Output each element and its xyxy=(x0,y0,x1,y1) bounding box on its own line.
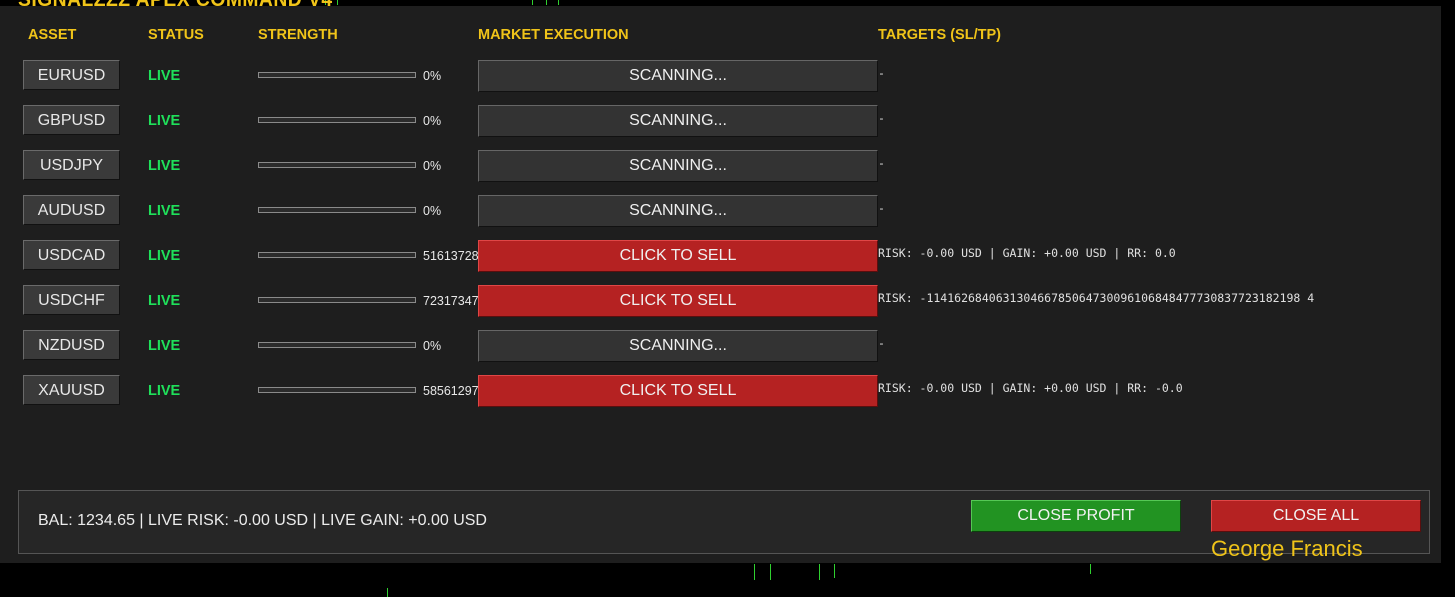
header-asset: ASSET xyxy=(28,27,77,43)
table-row: XAUUSD LIVE 58561297 CLICK TO SELL RISK: -0.… xyxy=(0,375,1441,409)
strength-value: 0% xyxy=(423,159,442,173)
target-readout: RISK: -0.00 USD | GAIN: +0.00 USD | RR: … xyxy=(878,381,1183,395)
status-badge: LIVE xyxy=(148,113,181,129)
chart-tick xyxy=(558,0,559,5)
chart-tick xyxy=(546,0,547,5)
header-execution: MARKET EXECUTION xyxy=(478,27,629,43)
chart-tick xyxy=(834,564,835,578)
table-row: AUDUSD LIVE 0% SCANNING... - xyxy=(0,195,1441,229)
status-badge: LIVE xyxy=(148,203,181,219)
strength-bar xyxy=(258,252,416,258)
chart-tick xyxy=(819,564,820,580)
command-panel: ASSET STATUS STRENGTH MARKET EXECUTION T… xyxy=(0,6,1441,563)
execution-button[interactable]: CLICK TO SELL xyxy=(478,240,878,272)
status-badge: LIVE xyxy=(148,293,181,309)
execution-button[interactable]: SCANNING... xyxy=(478,150,878,182)
asset-button[interactable]: XAUUSD xyxy=(23,375,120,405)
chart-tick xyxy=(532,0,533,5)
table-row: NZDUSD LIVE 0% SCANNING... - xyxy=(0,330,1441,364)
asset-button[interactable]: GBPUSD xyxy=(23,105,120,135)
table-row: GBPUSD LIVE 0% SCANNING... - xyxy=(0,105,1441,139)
status-badge: LIVE xyxy=(148,383,181,399)
target-readout: - xyxy=(878,156,885,170)
asset-button[interactable]: EURUSD xyxy=(23,60,120,90)
target-readout: - xyxy=(878,201,885,215)
target-readout: - xyxy=(878,336,885,350)
strength-bar xyxy=(258,117,416,123)
asset-button[interactable]: USDCHF xyxy=(23,285,120,315)
execution-button[interactable]: SCANNING... xyxy=(478,60,878,92)
execution-button[interactable]: CLICK TO SELL xyxy=(478,375,878,407)
target-readout: - xyxy=(878,66,885,80)
asset-button[interactable]: AUDUSD xyxy=(23,195,120,225)
strength-bar xyxy=(258,207,416,213)
strength-bar xyxy=(258,387,416,393)
table-row: USDJPY LIVE 0% SCANNING... - xyxy=(0,150,1441,184)
table-row: EURUSD LIVE 0% SCANNING... - xyxy=(0,60,1441,94)
chart-tick xyxy=(1090,564,1091,574)
status-badge: LIVE xyxy=(148,68,181,84)
balance-readout: BAL: 1234.65 | LIVE RISK: -0.00 USD | LI… xyxy=(38,512,487,529)
header-targets: TARGETS (SL/TP) xyxy=(878,27,1001,43)
execution-button[interactable]: CLICK TO SELL xyxy=(478,285,878,317)
strength-bar xyxy=(258,297,416,303)
author-name: George Francis xyxy=(1211,536,1363,561)
close-profit-button[interactable]: CLOSE PROFIT xyxy=(971,500,1181,532)
chart-tick xyxy=(337,0,338,5)
strength-value: 72317347 xyxy=(423,294,478,308)
asset-button[interactable]: USDJPY xyxy=(23,150,120,180)
target-readout: - xyxy=(878,111,885,125)
table-row: USDCHF LIVE 72317347 CLICK TO SELL RISK: -11… xyxy=(0,285,1441,319)
strength-value: 0% xyxy=(423,114,442,128)
strength-value: 0% xyxy=(423,69,442,83)
target-readout: RISK: -0.00 USD | GAIN: +0.00 USD | RR: … xyxy=(878,246,1176,260)
status-badge: LIVE xyxy=(148,158,181,174)
execution-button[interactable]: SCANNING... xyxy=(478,195,878,227)
strength-value: 0% xyxy=(423,339,442,353)
strength-value: 51613728 xyxy=(423,249,478,263)
strength-bar xyxy=(258,342,416,348)
asset-button[interactable]: USDCAD xyxy=(23,240,120,270)
execution-button[interactable]: SCANNING... xyxy=(478,330,878,362)
header-status: STATUS xyxy=(148,27,204,43)
chart-tick xyxy=(387,588,388,597)
strength-value: 0% xyxy=(423,204,442,218)
target-readout: RISK: -114162684063130466785064730096106… xyxy=(878,291,1315,305)
header-strength: STRENGTH xyxy=(258,27,338,43)
strength-bar xyxy=(258,162,416,168)
table-row: USDCAD LIVE 51613728 CLICK TO SELL RISK: -0.… xyxy=(0,240,1441,274)
strength-value: 58561297 xyxy=(423,384,478,398)
close-all-button[interactable]: CLOSE ALL xyxy=(1211,500,1421,532)
chart-tick xyxy=(754,564,755,580)
status-badge: LIVE xyxy=(148,338,181,354)
app-title: SIGNALZZZ APEX COMMAND V4 xyxy=(18,0,333,12)
strength-bar xyxy=(258,72,416,78)
chart-tick xyxy=(770,564,771,580)
asset-button[interactable]: NZDUSD xyxy=(23,330,120,360)
status-badge: LIVE xyxy=(148,248,181,264)
execution-button[interactable]: SCANNING... xyxy=(478,105,878,137)
